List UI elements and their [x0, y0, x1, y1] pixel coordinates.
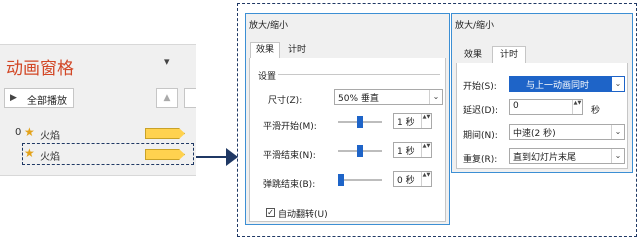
bounce-end-slider[interactable] — [338, 179, 382, 181]
tab-effect[interactable]: 效果 — [250, 42, 280, 59]
delay-spinner[interactable]: 0 ▲▼ — [509, 99, 583, 115]
spin-icon[interactable]: ▲▼ — [421, 114, 431, 128]
tab-timing[interactable]: 计时 — [492, 46, 526, 64]
tab-panel — [249, 58, 446, 222]
smooth-end-spinner[interactable]: 1 秒 ▲▼ — [393, 142, 432, 158]
bounce-end-label: 弹跳结束(B): — [263, 180, 316, 190]
autoreverse-checkbox[interactable]: ✓ — [266, 208, 275, 217]
duration-select[interactable]: 中速(2 秒) ⌄ — [509, 124, 625, 140]
smooth-end-thumb[interactable] — [357, 145, 363, 157]
smooth-start-thumb[interactable] — [357, 116, 363, 128]
smooth-start-value: 1 秒 — [397, 118, 415, 128]
size-label: 尺寸(Z): — [268, 96, 303, 106]
chevron-down-icon: ⌄ — [611, 125, 624, 139]
duration-value: 中速(2 秒) — [513, 129, 556, 139]
play-all-button[interactable]: ▶ 全部播放 — [4, 88, 74, 108]
delay-label: 延迟(D): — [463, 106, 498, 116]
size-value: 50% 垂直 — [338, 94, 379, 104]
chevron-down-icon: ⌄ — [611, 77, 624, 91]
star-icon: ★ — [24, 146, 35, 160]
smooth-start-label: 平滑开始(M): — [263, 122, 317, 132]
autoreverse-label: 自动翻转(U) — [278, 210, 328, 220]
chevron-down-icon: ⌄ — [611, 149, 624, 163]
duration-label: 期间(N): — [463, 131, 498, 141]
tab-effect[interactable]: 效果 — [458, 49, 488, 63]
group-divider — [278, 74, 440, 75]
delay-value: 0 — [513, 101, 519, 111]
start-select[interactable]: 与上一动画同时 ⌄ — [509, 76, 625, 92]
timeline-bar[interactable] — [145, 128, 185, 139]
timeline-bar[interactable] — [145, 149, 185, 160]
tab-timing[interactable]: 计时 — [284, 44, 310, 58]
start-label: 开始(S): — [463, 82, 497, 92]
dialog-title: 放大/缩小 — [455, 21, 495, 31]
animation-item-label[interactable]: 火焰 — [40, 127, 60, 142]
delay-unit: 秒 — [591, 106, 601, 116]
smooth-end-label: 平滑结束(N): — [263, 151, 316, 161]
chevron-down-icon: ⌄ — [429, 90, 442, 104]
spin-icon[interactable]: ▲▼ — [572, 100, 582, 114]
size-select[interactable]: 50% 垂直 ⌄ — [334, 89, 443, 105]
play-triangle-icon: ▶ — [10, 93, 17, 103]
animation-item-label[interactable]: 火焰 — [40, 148, 60, 163]
bounce-end-value: 0 秒 — [397, 176, 415, 186]
pane-title: 动画窗格 — [6, 59, 74, 79]
smooth-end-value: 1 秒 — [397, 147, 415, 157]
start-value: 与上一动画同时 — [526, 81, 590, 91]
repeat-select[interactable]: 直到幻灯片末尾 ⌄ — [509, 148, 625, 164]
dialog-title: 放大/缩小 — [249, 21, 289, 31]
spin-icon[interactable]: ▲▼ — [421, 172, 431, 186]
move-up-button[interactable]: ▲ — [156, 88, 178, 108]
spin-icon[interactable]: ▲▼ — [421, 143, 431, 157]
pane-options-icon[interactable]: ▾ — [164, 55, 170, 68]
move-down-button[interactable] — [184, 88, 196, 108]
play-all-label: 全部播放 — [27, 96, 67, 107]
star-icon: ★ — [24, 125, 35, 139]
bounce-end-thumb[interactable] — [338, 174, 344, 186]
repeat-label: 重复(R): — [463, 155, 498, 165]
settings-group-label: 设置 — [258, 72, 277, 82]
bounce-end-spinner[interactable]: 0 秒 ▲▼ — [393, 171, 432, 187]
repeat-value: 直到幻灯片末尾 — [513, 153, 577, 163]
connector-arrow-line — [196, 156, 228, 158]
animation-item-index: 0 — [15, 127, 22, 138]
smooth-start-spinner[interactable]: 1 秒 ▲▼ — [393, 113, 432, 129]
